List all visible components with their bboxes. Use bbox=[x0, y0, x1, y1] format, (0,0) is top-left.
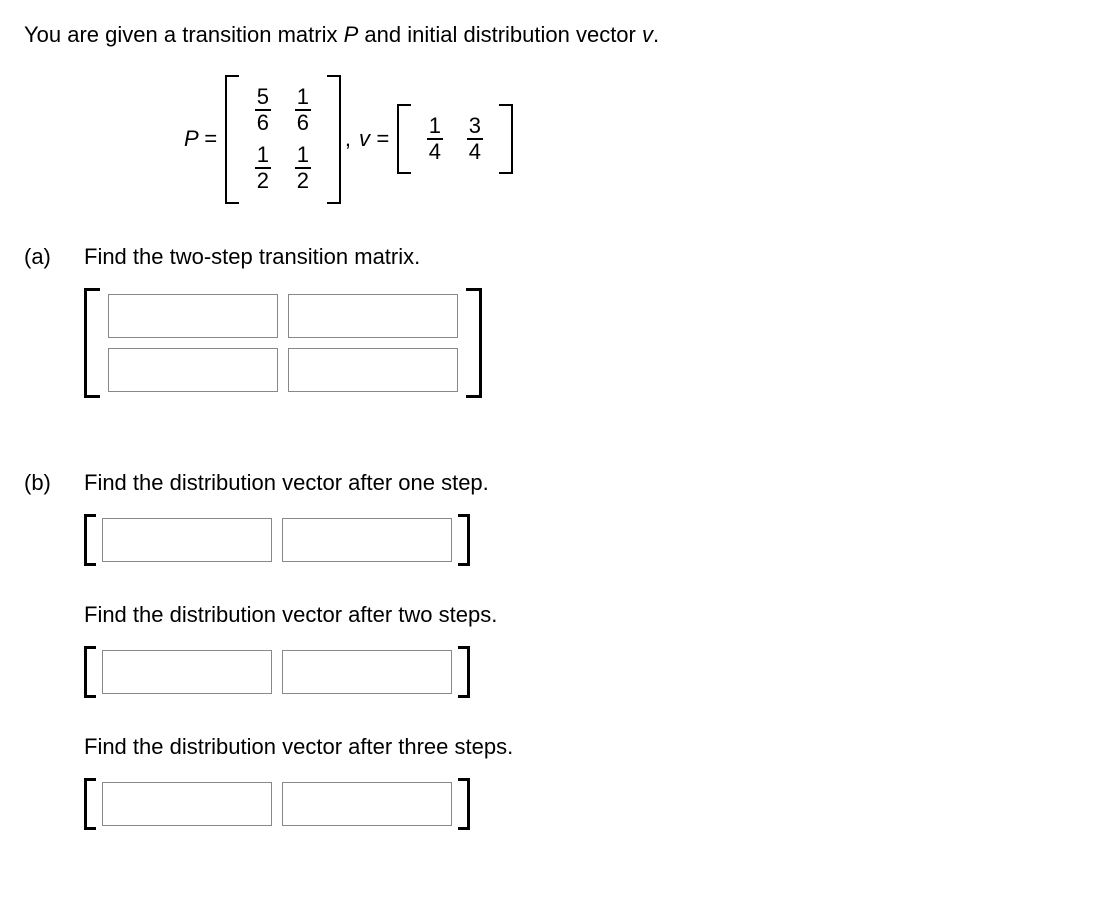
part-b-label: (b) bbox=[24, 470, 84, 836]
intro-text-suffix: . bbox=[653, 22, 659, 47]
bracket-left-icon bbox=[84, 778, 96, 830]
answer-input-step3-c2[interactable] bbox=[282, 782, 452, 826]
answer-input-step3-c1[interactable] bbox=[102, 782, 272, 826]
matrix-p-cell: 56 bbox=[243, 85, 283, 135]
part-a-label: (a) bbox=[24, 244, 84, 434]
p-equals-label: P = bbox=[184, 126, 225, 152]
vector-v-cell: 34 bbox=[455, 114, 495, 164]
matrix-p: 56 16 12 12 bbox=[225, 75, 341, 204]
part-b-prompt-three-steps: Find the distribution vector after three… bbox=[84, 734, 1090, 760]
bracket-right-icon bbox=[466, 288, 482, 398]
intro-text-prefix: You are given a transition matrix bbox=[24, 22, 344, 47]
answer-input-p2-r1c2[interactable] bbox=[288, 294, 458, 338]
vector-v-block: v = 14 34 bbox=[359, 104, 513, 174]
bracket-right-icon bbox=[458, 778, 470, 830]
matrix-p-cell: 12 bbox=[243, 143, 283, 193]
bracket-left-icon bbox=[84, 646, 96, 698]
answer-vector-one-step bbox=[84, 514, 470, 566]
matrix-p-block: P = 56 16 12 12 bbox=[184, 75, 341, 204]
bracket-right-icon bbox=[458, 514, 470, 566]
part-a: (a) Find the two-step transition matrix. bbox=[24, 244, 1090, 434]
bracket-left-icon bbox=[397, 104, 411, 174]
part-b-prompt-two-steps: Find the distribution vector after two s… bbox=[84, 602, 1090, 628]
answer-input-p2-r2c1[interactable] bbox=[108, 348, 278, 392]
matrix-definition-row: P = 56 16 12 12 bbox=[184, 75, 1090, 204]
answer-input-step2-c1[interactable] bbox=[102, 650, 272, 694]
bracket-right-icon bbox=[499, 104, 513, 174]
answer-input-p2-r2c2[interactable] bbox=[288, 348, 458, 392]
separator-comma: , bbox=[341, 126, 359, 152]
v-equals-label: v = bbox=[359, 126, 397, 152]
part-a-prompt: Find the two-step transition matrix. bbox=[84, 244, 1090, 270]
variable-v: v bbox=[642, 22, 653, 47]
matrix-p-cell: 12 bbox=[283, 143, 323, 193]
bracket-left-icon bbox=[84, 514, 96, 566]
vector-v: 14 34 bbox=[397, 104, 513, 174]
part-b-prompt-one-step: Find the distribution vector after one s… bbox=[84, 470, 1090, 496]
answer-vector-two-steps bbox=[84, 646, 470, 698]
answer-input-step1-c1[interactable] bbox=[102, 518, 272, 562]
problem-intro: You are given a transition matrix P and … bbox=[24, 20, 1090, 51]
answer-matrix-two-step bbox=[84, 288, 482, 398]
variable-p: P bbox=[344, 22, 359, 47]
answer-input-p2-r1c1[interactable] bbox=[108, 294, 278, 338]
answer-vector-three-steps bbox=[84, 778, 470, 830]
vector-v-cell: 14 bbox=[415, 114, 455, 164]
answer-input-step2-c2[interactable] bbox=[282, 650, 452, 694]
answer-input-step1-c2[interactable] bbox=[282, 518, 452, 562]
intro-text-mid: and initial distribution vector bbox=[358, 22, 642, 47]
part-b: (b) Find the distribution vector after o… bbox=[24, 470, 1090, 836]
matrix-p-cell: 16 bbox=[283, 85, 323, 135]
bracket-left-icon bbox=[84, 288, 100, 398]
bracket-right-icon bbox=[458, 646, 470, 698]
bracket-left-icon bbox=[225, 75, 239, 204]
bracket-right-icon bbox=[327, 75, 341, 204]
